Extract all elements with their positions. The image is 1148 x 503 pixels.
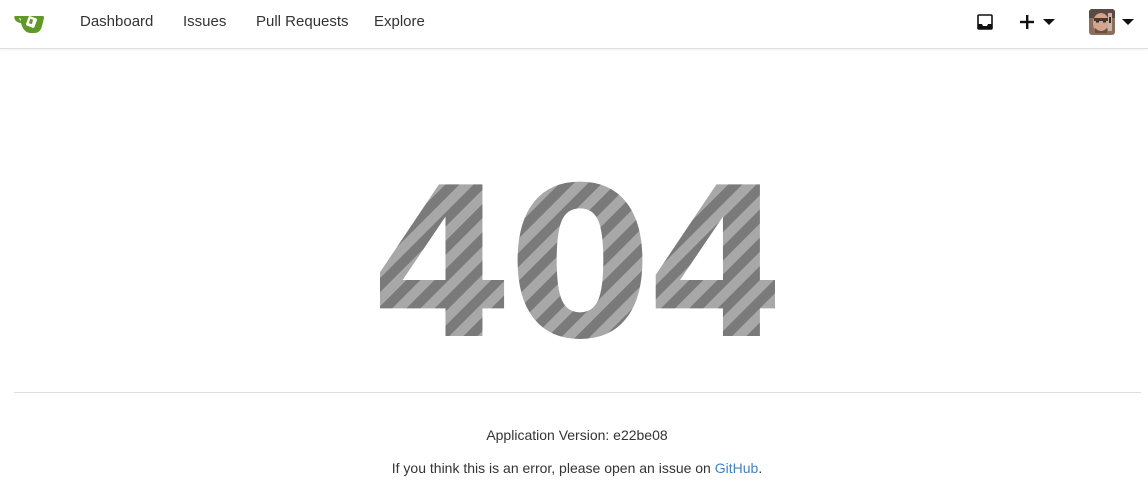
application-version: Application Version: e22be08: [486, 427, 668, 443]
user-menu-dropdown[interactable]: [1089, 9, 1135, 35]
content-divider: [14, 392, 1141, 393]
error-code-text: 404: [380, 165, 775, 350]
avatar: [1089, 9, 1115, 35]
top-navbar: Dashboard Issues Pull Requests Explore: [0, 0, 1148, 49]
gitea-logo-icon[interactable]: [13, 9, 45, 35]
caret-down-icon: [1043, 19, 1055, 25]
nav-dashboard[interactable]: Dashboard: [80, 13, 153, 30]
plus-icon: [1020, 15, 1034, 29]
error-code-404: 404: [380, 165, 775, 350]
report-suffix-text: .: [758, 460, 763, 476]
report-prefix-text: If you think this is an error, please op…: [391, 460, 715, 476]
nav-explore[interactable]: Explore: [374, 13, 425, 30]
caret-down-icon: [1122, 19, 1134, 25]
nav-pull-requests[interactable]: Pull Requests: [256, 13, 349, 30]
github-link[interactable]: GitHub: [715, 460, 759, 476]
create-new-dropdown[interactable]: [1018, 10, 1062, 34]
notifications-button[interactable]: [976, 10, 996, 34]
report-issue-message: If you think this is an error, please op…: [0, 460, 1148, 476]
nav-issues[interactable]: Issues: [183, 13, 226, 30]
inbox-icon: [977, 14, 993, 30]
